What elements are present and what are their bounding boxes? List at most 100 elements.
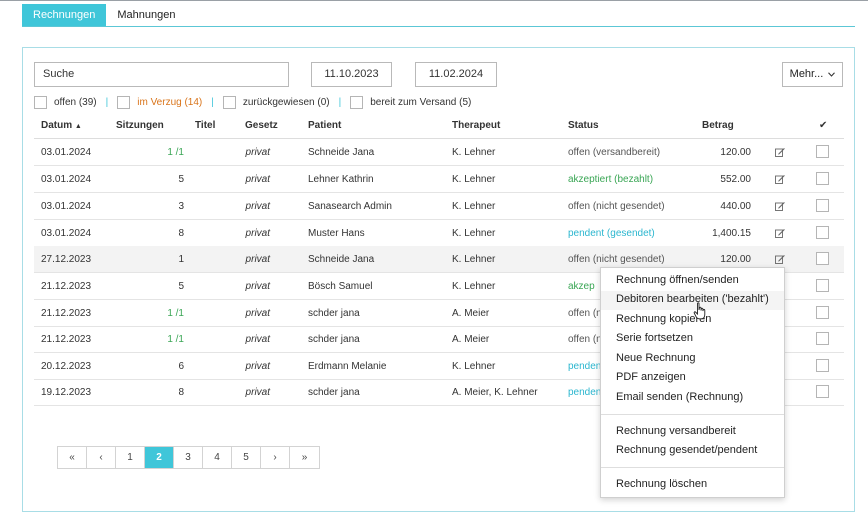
row-select-checkbox[interactable] xyxy=(816,279,829,292)
cell-therapeut: K. Lehner xyxy=(452,228,496,239)
edit-icon[interactable] xyxy=(775,228,785,241)
menu-item[interactable]: Rechnung versandbereit xyxy=(616,425,736,437)
menu-item[interactable]: Neue Rechnung xyxy=(616,352,696,364)
cell-therapeut: K. Lehner xyxy=(452,361,496,372)
cell-therapeut: K. Lehner xyxy=(452,201,496,212)
filter-versand-label: bereit zum Versand (5) xyxy=(370,96,472,108)
more-dropdown-button[interactable]: Mehr... xyxy=(782,62,843,87)
search-input[interactable]: Suche xyxy=(34,62,289,87)
row-select-checkbox[interactable] xyxy=(816,226,829,239)
cell-patient: schder jana xyxy=(308,387,360,398)
page-button[interactable]: › xyxy=(261,447,290,468)
date-from-field[interactable]: 11.10.2023 xyxy=(311,62,392,87)
tab-underline xyxy=(22,26,855,27)
filter-separator: | xyxy=(105,96,109,108)
top-border xyxy=(0,0,868,1)
cell-datum: 03.01.2024 xyxy=(41,174,92,185)
menu-divider xyxy=(601,414,784,415)
cell-gesetz: privat xyxy=(245,361,270,372)
menu-item[interactable]: PDF anzeigen xyxy=(616,371,686,383)
page-button[interactable]: ‹ xyxy=(87,447,116,468)
cell-sitzungen: 1 xyxy=(178,254,184,265)
filter-offen-label: offen (39) xyxy=(54,96,97,108)
cell-gesetz: privat xyxy=(245,147,270,158)
menu-item[interactable]: Rechnung öffnen/senden xyxy=(616,274,739,286)
cell-status: offen (versandbereit) xyxy=(568,147,661,158)
table-row[interactable]: 03.01.2024 1 /1 privat Schneide Jana K. Lehn… xyxy=(34,139,844,166)
page-button[interactable]: 3 xyxy=(174,447,203,468)
page-button[interactable]: 2 xyxy=(145,447,174,468)
cell-datum: 20.12.2023 xyxy=(41,361,92,372)
tab-rechnungen[interactable]: Rechnungen xyxy=(22,4,107,26)
row-select-checkbox[interactable] xyxy=(816,172,829,185)
page-button[interactable]: 5 xyxy=(232,447,261,468)
filter-versand-checkbox[interactable] xyxy=(350,95,364,109)
page-button[interactable]: 4 xyxy=(203,447,232,468)
tab-mahnungen[interactable]: Mahnungen xyxy=(106,4,186,26)
row-select-checkbox[interactable] xyxy=(816,252,829,265)
header-status[interactable]: Status xyxy=(568,120,599,131)
header-sitzungen[interactable]: Sitzungen xyxy=(116,120,164,131)
header-therapeut[interactable]: Therapeut xyxy=(452,120,500,131)
row-select-checkbox[interactable] xyxy=(816,199,829,212)
chevron-down-icon xyxy=(828,72,836,77)
edit-icon[interactable] xyxy=(775,201,785,214)
cell-gesetz: privat xyxy=(245,334,270,345)
header-datum[interactable]: Datum ▲ xyxy=(41,120,82,131)
page-button[interactable]: 1 xyxy=(116,447,145,468)
cell-gesetz: privat xyxy=(245,201,270,212)
cell-patient: schder jana xyxy=(308,334,360,345)
filter-verzug-checkbox[interactable] xyxy=(117,95,131,109)
table-row[interactable]: 03.01.2024 5 privat Lehner Kathrin K. Lehner… xyxy=(34,166,844,193)
header-gesetz[interactable]: Gesetz xyxy=(245,120,278,131)
filter-zurueckgewiesen-label: zurückgewiesen (0) xyxy=(242,96,330,108)
cell-gesetz: privat xyxy=(245,228,270,239)
cell-gesetz: privat xyxy=(245,308,270,319)
edit-icon[interactable] xyxy=(775,174,785,187)
row-select-checkbox[interactable] xyxy=(816,306,829,319)
header-patient[interactable]: Patient xyxy=(308,120,341,131)
menu-item[interactable]: Serie fortsetzen xyxy=(616,332,693,344)
cell-status: offen (n xyxy=(568,308,602,319)
cell-sitzungen: 1 /1 xyxy=(167,334,184,345)
row-select-checkbox[interactable] xyxy=(816,332,829,345)
page-button[interactable]: » xyxy=(290,447,319,468)
table-row[interactable]: 03.01.2024 8 privat Muster Hans K. Lehner pen… xyxy=(34,220,844,247)
cell-betrag: 120.00 xyxy=(720,147,751,158)
row-select-checkbox[interactable] xyxy=(816,385,829,398)
menu-item-delete[interactable]: Rechnung löschen xyxy=(616,478,707,490)
tab-bar: Rechnungen Mahnungen xyxy=(22,4,187,26)
sort-asc-icon: ▲ xyxy=(74,123,82,130)
cell-status: penden xyxy=(568,361,602,372)
cell-status: akzep xyxy=(568,281,595,292)
cell-patient: Schneide Jana xyxy=(308,254,375,265)
filter-separator: | xyxy=(338,96,342,108)
cell-patient: Schneide Jana xyxy=(308,147,375,158)
more-label: Mehr... xyxy=(789,68,824,80)
header-titel[interactable]: Titel xyxy=(195,120,215,131)
edit-icon[interactable] xyxy=(775,147,785,160)
row-select-checkbox[interactable] xyxy=(816,359,829,372)
cell-sitzungen: 8 xyxy=(178,387,184,398)
menu-item[interactable]: Email senden (Rechnung) xyxy=(616,391,743,403)
cell-sitzungen: 1 /1 xyxy=(167,308,184,319)
cell-status: offen (nicht gesendet) xyxy=(568,254,665,265)
cell-status: akzeptiert (bezahlt) xyxy=(568,174,654,185)
menu-item[interactable]: Rechnung gesendet/pendent xyxy=(616,444,757,456)
cell-therapeut: A. Meier xyxy=(452,334,490,345)
header-betrag[interactable]: Betrag xyxy=(702,120,734,131)
header-check-icon[interactable]: ✔ xyxy=(819,120,827,131)
filter-zurueckgewiesen-checkbox[interactable] xyxy=(222,95,236,109)
row-select-checkbox[interactable] xyxy=(816,145,829,158)
cell-patient: Erdmann Melanie xyxy=(308,361,387,372)
cell-status: offen (n xyxy=(568,334,602,345)
edit-icon[interactable] xyxy=(775,254,785,267)
filter-separator: | xyxy=(211,96,214,108)
date-to-field[interactable]: 11.02.2024 xyxy=(415,62,497,87)
cell-status: penden xyxy=(568,387,602,398)
table-row[interactable]: 03.01.2024 3 privat Sanasearch Admin K. Lehn… xyxy=(34,193,844,220)
page-button[interactable]: « xyxy=(58,447,87,468)
filter-offen-checkbox[interactable] xyxy=(34,95,47,109)
header-datum-label: Datum xyxy=(41,120,73,131)
cell-therapeut: K. Lehner xyxy=(452,174,496,185)
